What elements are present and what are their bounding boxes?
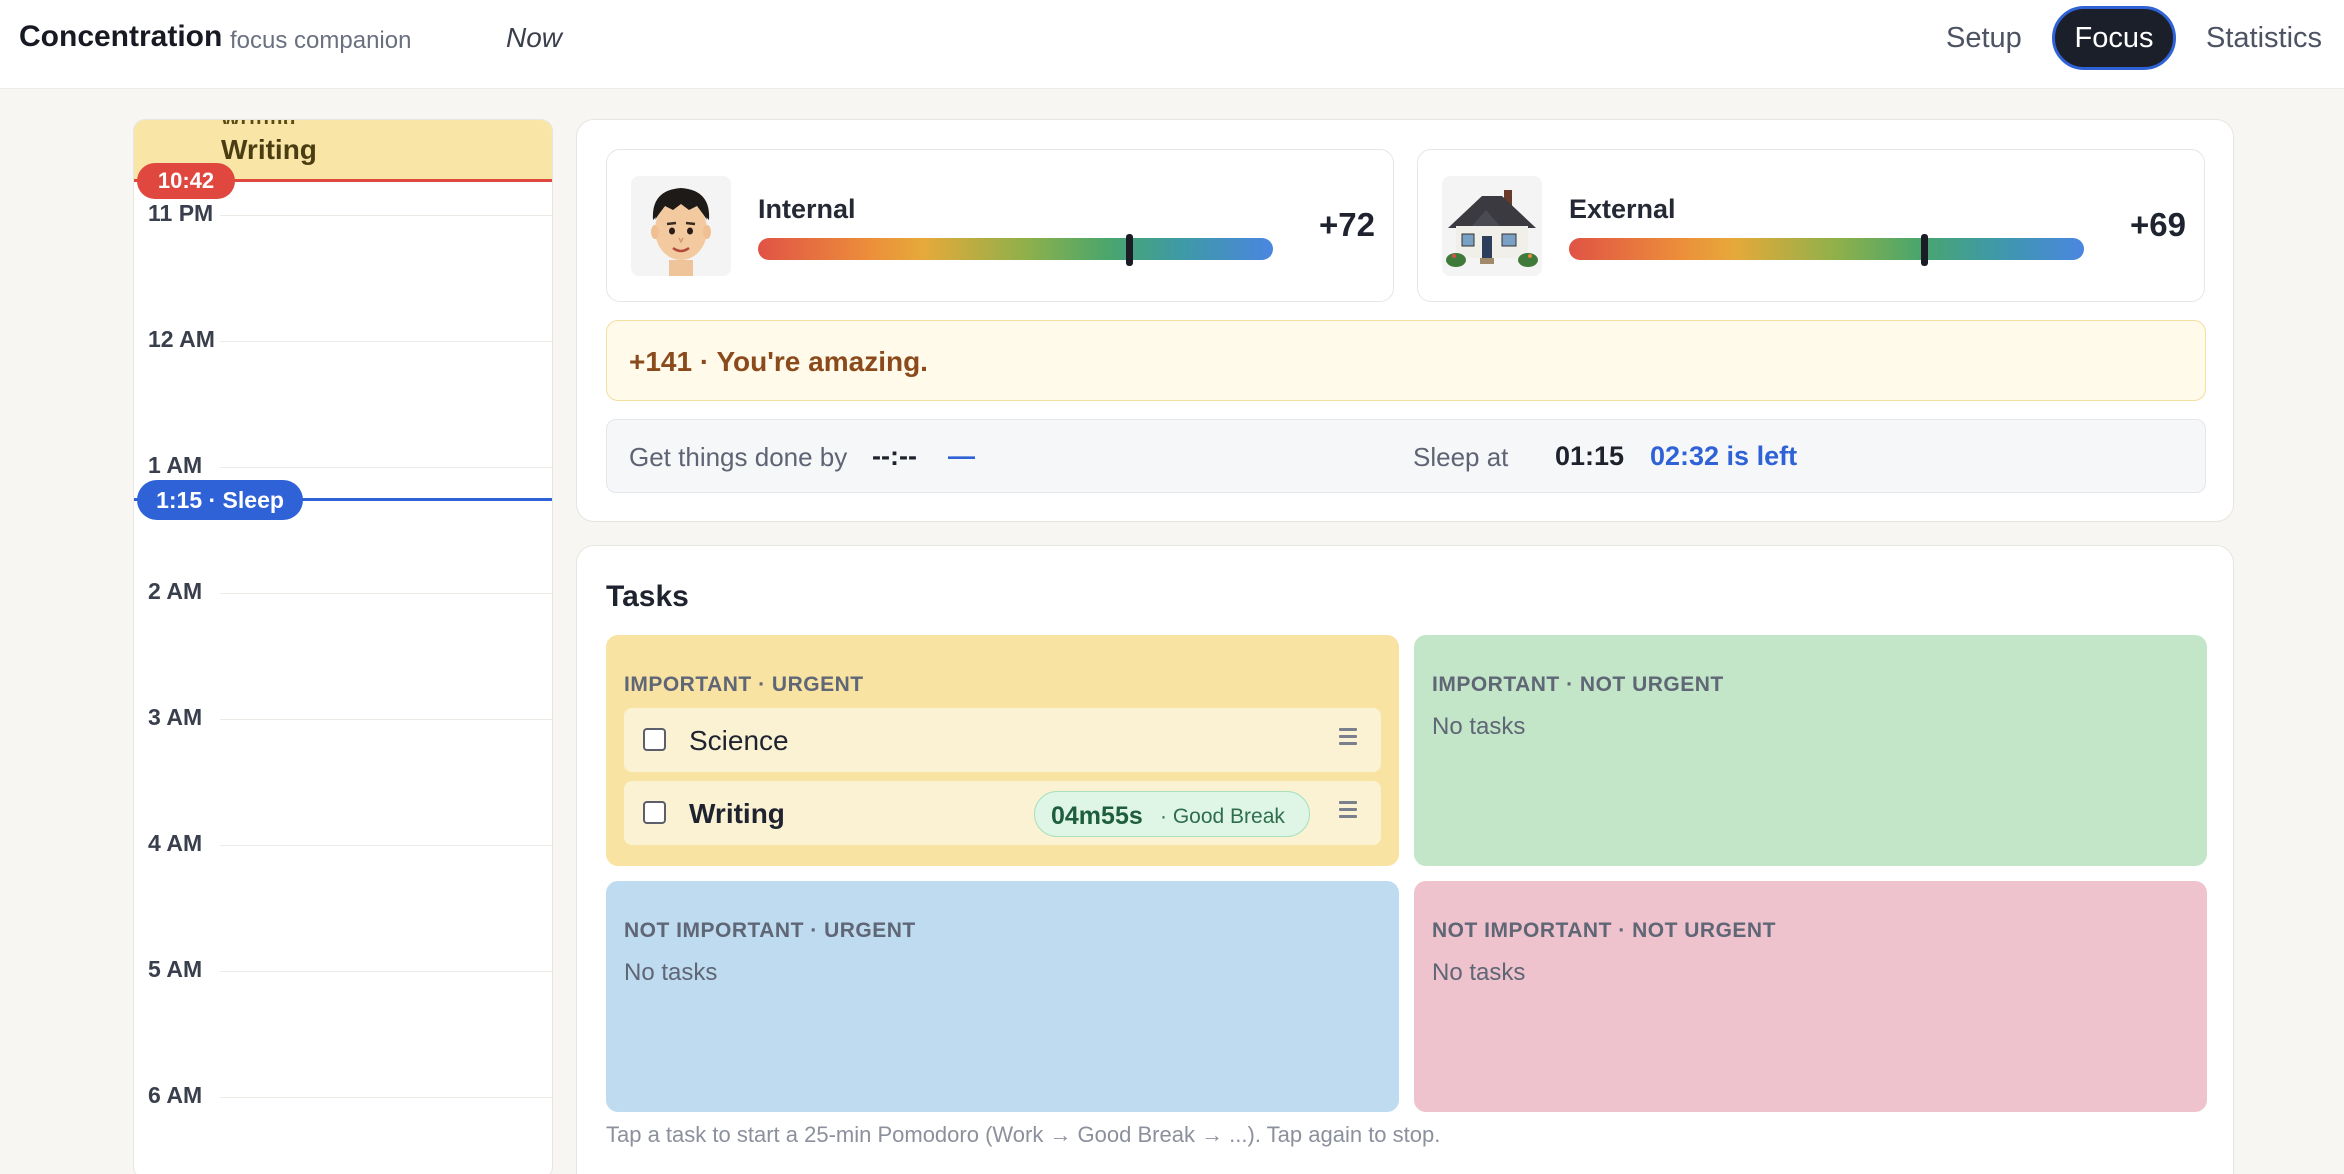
task-name: Writing <box>689 798 785 829</box>
hour-row: 1 AM <box>134 452 552 482</box>
task-row-active[interactable]: Writing 04m55s · Good Break <box>624 781 1381 845</box>
external-gradient-bar <box>1569 238 2084 260</box>
hour-label: 3 AM <box>148 704 203 730</box>
quadrant-title: IMPORTANT · NOT URGENT <box>1432 673 1724 696</box>
task-name: Science <box>689 725 789 756</box>
hour-label: 5 AM <box>148 956 203 982</box>
hour-divider <box>220 215 552 216</box>
quadrant-empty-text: No tasks <box>1432 959 1526 986</box>
hour-row: 6 AM <box>134 1082 552 1112</box>
tasks-card: Tasks IMPORTANT · URGENT Science Writing… <box>576 545 2234 1174</box>
hour-row: 4 AM <box>134 830 552 860</box>
internal-gradient-bar <box>758 238 1273 260</box>
hour-label: 11 PM <box>148 200 214 226</box>
drag-handle-icon[interactable] <box>1339 728 1357 746</box>
now-time-badge: 10:42 <box>137 163 235 199</box>
hour-row: 2 AM <box>134 578 552 608</box>
quadrant-not-important-not-urgent: NOT IMPORTANT · NOT URGENT No tasks <box>1414 881 2207 1112</box>
house-icon <box>1442 176 1542 276</box>
hour-row: 5 AM <box>134 956 552 986</box>
hour-label: 4 AM <box>148 830 203 856</box>
boy-avatar-icon <box>631 176 731 276</box>
external-label: External <box>1569 194 1676 224</box>
quadrant-title: NOT IMPORTANT · NOT URGENT <box>1432 919 1776 942</box>
total-score-banner: +141 · You're amazing. <box>606 320 2206 401</box>
pomodoro-countdown: 04m55s <box>1051 802 1143 830</box>
pomodoro-phase: · Good Break <box>1160 805 1285 828</box>
pomodoro-hint: Tap a task to start a 25-min Pomodoro (W… <box>606 1122 1441 1147</box>
focus-status-card: Internal +72 External +69 +141 · You're … <box>576 119 2234 522</box>
hour-divider <box>220 1097 552 1098</box>
external-meter: External +69 <box>1417 149 2205 302</box>
sleep-at-label: Sleep at <box>1413 442 1509 472</box>
quadrant-title: IMPORTANT · URGENT <box>624 673 864 696</box>
tasks-heading: Tasks <box>606 580 689 613</box>
hour-label: 1 AM <box>148 452 203 478</box>
get-things-done-remaining: — <box>948 441 975 471</box>
internal-score: +72 <box>1319 206 1375 243</box>
drag-handle-icon[interactable] <box>1339 801 1357 819</box>
task-checkbox[interactable] <box>643 728 666 751</box>
get-things-done-label: Get things done by <box>629 442 848 472</box>
hour-row: 11 PM <box>134 200 552 230</box>
hour-divider <box>220 845 552 846</box>
now-link[interactable]: Now <box>506 22 562 54</box>
hour-divider <box>220 341 552 342</box>
top-bar: Concentration focus companion Now Setup … <box>0 0 2344 89</box>
nav-focus[interactable]: Focus <box>2052 6 2176 70</box>
external-score-marker <box>1921 234 1929 266</box>
quadrant-not-important-urgent: NOT IMPORTANT · URGENT No tasks <box>606 881 1399 1112</box>
hour-label: 6 AM <box>148 1082 203 1108</box>
day-timeline[interactable]: Writing Writing 10:42 11 PM 12 AM 1 AM 2… <box>133 119 553 1174</box>
deadline-bar: Get things done by --:-- — Sleep at 01:1… <box>606 419 2206 493</box>
hour-divider <box>220 971 552 972</box>
sleep-time-badge: 1:15 · Sleep <box>137 480 303 520</box>
nav-setup[interactable]: Setup <box>1946 22 2022 55</box>
total-score-message: +141 · You're amazing. <box>629 346 928 377</box>
quadrant-empty-text: No tasks <box>624 959 718 986</box>
hour-row: 3 AM <box>134 704 552 734</box>
external-score: +69 <box>2130 206 2186 243</box>
hour-divider <box>220 467 552 468</box>
app-subtitle: focus companion <box>230 27 412 54</box>
hour-divider <box>220 593 552 594</box>
hour-label: 2 AM <box>148 578 203 604</box>
get-things-done-time[interactable]: --:-- <box>872 441 917 472</box>
task-checkbox[interactable] <box>643 801 666 824</box>
hour-label: 12 AM <box>148 326 215 352</box>
quadrant-important-urgent: IMPORTANT · URGENT Science Writing 04m55… <box>606 635 1399 866</box>
nav-statistics[interactable]: Statistics <box>2206 22 2322 55</box>
app-title: Concentration <box>19 20 223 53</box>
hour-divider <box>220 719 552 720</box>
internal-meter: Internal +72 <box>606 149 1394 302</box>
timeline-event-prev-label: Writing <box>221 120 331 124</box>
task-row[interactable]: Science <box>624 708 1381 772</box>
pomodoro-timer-badge: 04m55s · Good Break <box>1034 791 1310 837</box>
quadrant-empty-text: No tasks <box>1432 713 1526 740</box>
hour-row: 12 AM <box>134 326 552 356</box>
internal-label: Internal <box>758 194 856 224</box>
sleep-at-time[interactable]: 01:15 <box>1555 441 1624 472</box>
quadrant-title: NOT IMPORTANT · URGENT <box>624 919 916 942</box>
timeline-event-label: Writing <box>221 134 317 165</box>
quadrant-important-not-urgent: IMPORTANT · NOT URGENT No tasks <box>1414 635 2207 866</box>
sleep-time-left: 02:32 is left <box>1650 441 1798 471</box>
internal-score-marker <box>1125 234 1133 266</box>
